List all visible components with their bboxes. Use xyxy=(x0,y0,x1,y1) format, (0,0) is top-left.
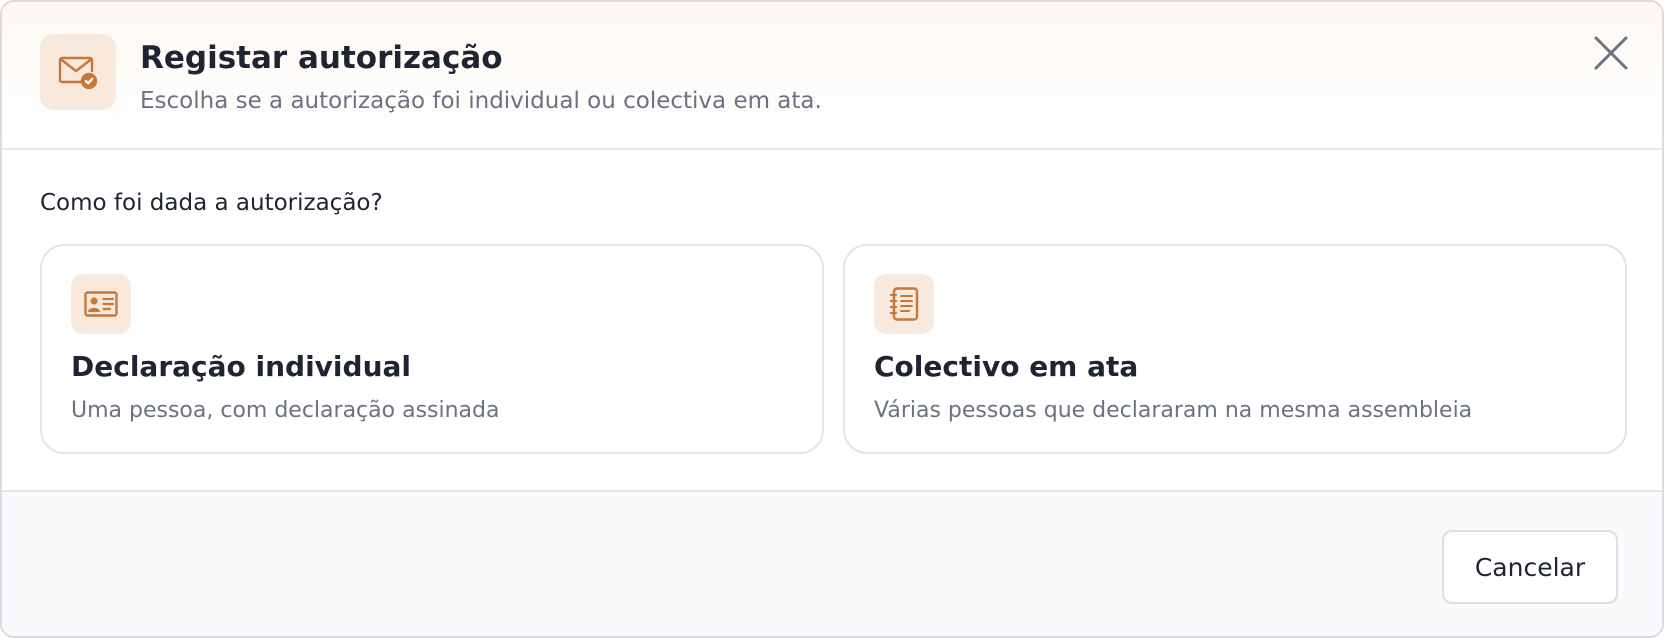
cancel-button[interactable]: Cancelar xyxy=(1442,530,1618,604)
close-icon xyxy=(1594,36,1628,70)
authorization-dialog: Registar autorização Escolha se a autori… xyxy=(0,0,1664,638)
id-card-icon xyxy=(71,274,131,334)
option-description: Várias pessoas que declararam na mesma a… xyxy=(874,398,1473,423)
option-collective-minutes[interactable]: Colectivo em ata Várias pessoas que decl… xyxy=(843,244,1627,454)
notebook-list-icon xyxy=(874,274,934,334)
option-title: Declaração individual xyxy=(71,350,411,383)
option-description: Uma pessoa, com declaração assinada xyxy=(71,398,500,423)
envelope-check-icon xyxy=(40,34,116,110)
dialog-footer: Cancelar xyxy=(2,490,1662,636)
dialog-title: Registar autorização xyxy=(140,40,503,76)
option-title: Colectivo em ata xyxy=(874,350,1139,383)
dialog-subtitle: Escolha se a autorização foi individual … xyxy=(140,88,822,114)
option-individual-declaration[interactable]: Declaração individual Uma pessoa, com de… xyxy=(40,244,824,454)
question-label: Como foi dada a autorização? xyxy=(40,190,383,216)
dialog-header: Registar autorização Escolha se a autori… xyxy=(2,2,1662,150)
close-button[interactable] xyxy=(1588,30,1634,76)
